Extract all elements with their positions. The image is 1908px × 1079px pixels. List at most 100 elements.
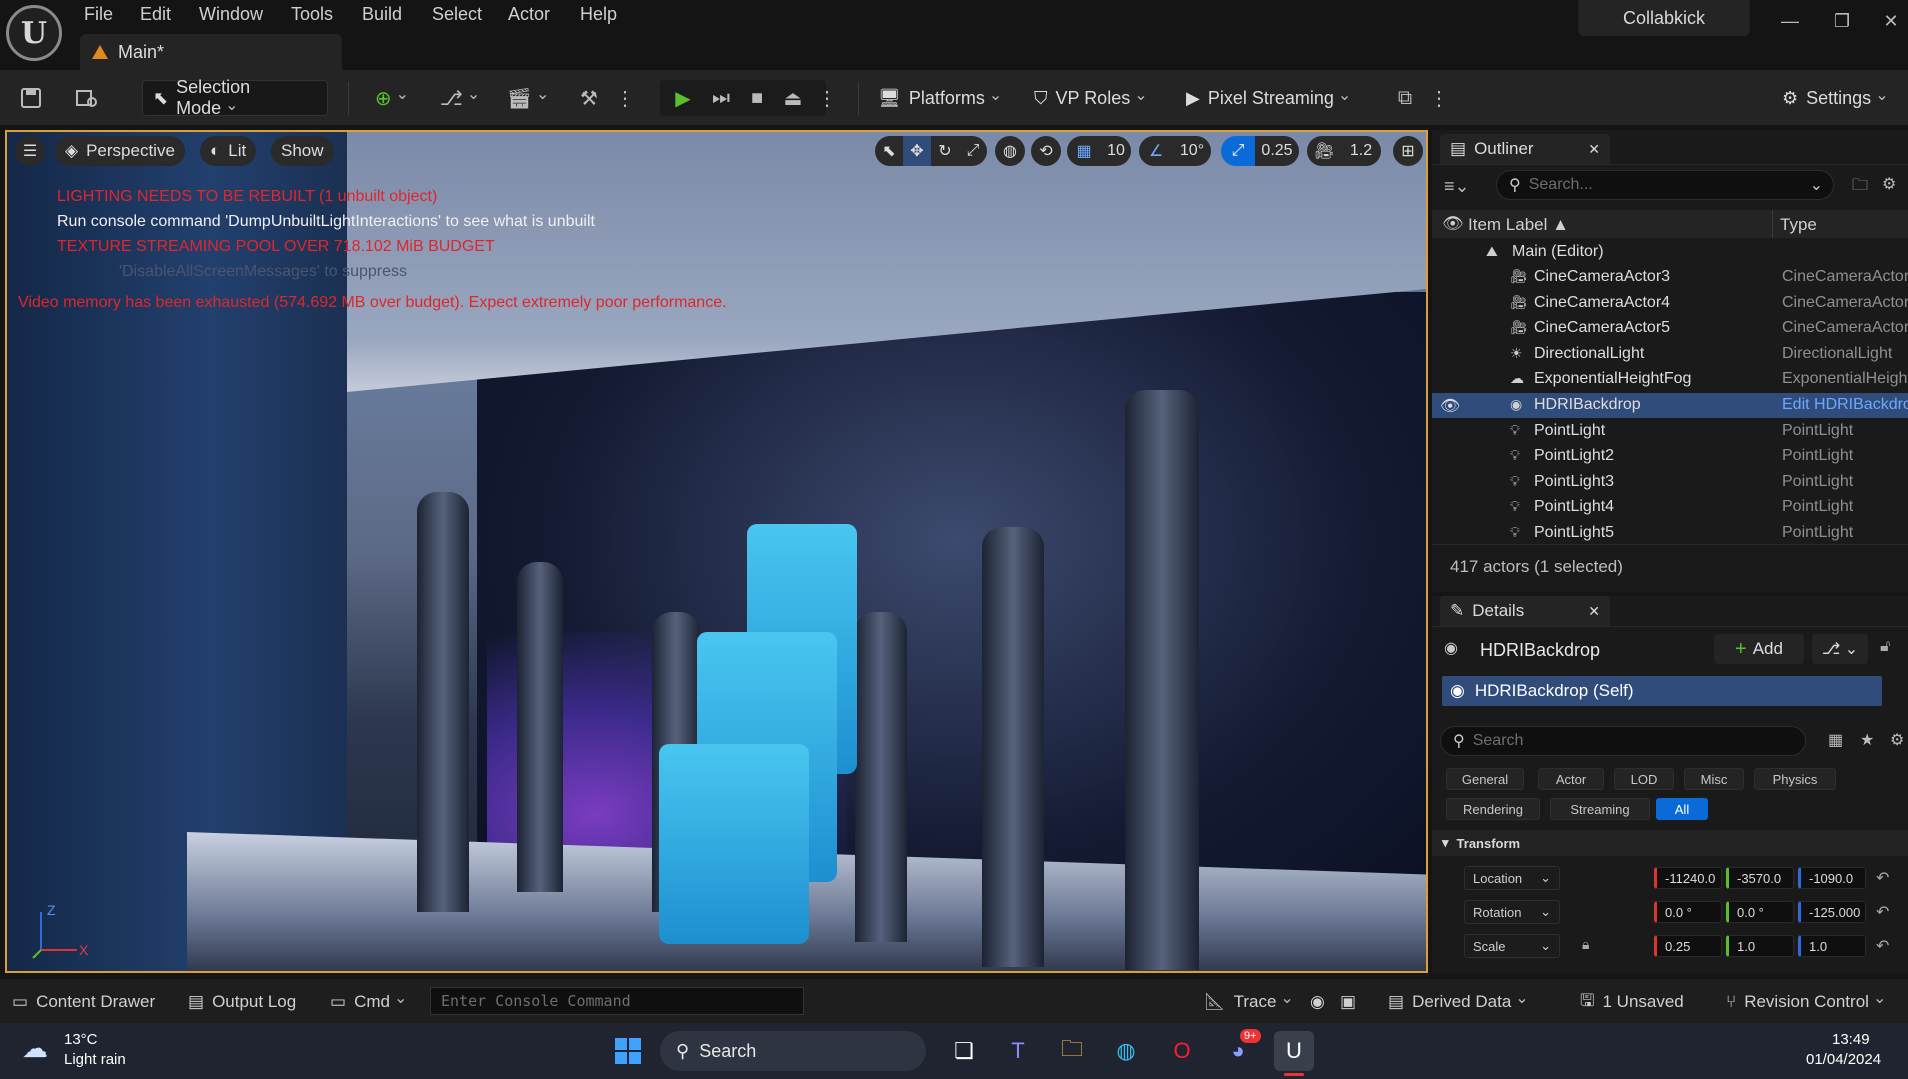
play-icon[interactable]: ▶	[668, 83, 698, 113]
trace-dropdown[interactable]: 📐︎ Trace	[1204, 989, 1294, 1015]
opera-icon[interactable]: O	[1162, 1031, 1202, 1071]
details-tab[interactable]: ✎ Details ✕	[1440, 596, 1610, 626]
select-tool-icon[interactable]: ⬉	[875, 136, 903, 166]
save-icon[interactable]	[16, 83, 46, 113]
view-mode-button[interactable]: ◐ Lit	[200, 136, 257, 166]
transform-type-dropdown[interactable]: Scale ⌄	[1464, 934, 1560, 958]
unsaved-button[interactable]: 🖫︎ 1 Unsaved	[1580, 989, 1684, 1015]
filter-streaming[interactable]: Streaming	[1550, 798, 1650, 820]
filter-actor[interactable]: Actor	[1538, 768, 1604, 790]
close-icon[interactable]: ✕	[1588, 141, 1600, 158]
outliner-search-input[interactable]: ⚲ Search... ⌄	[1496, 170, 1834, 200]
show-button[interactable]: Show	[271, 136, 334, 166]
pixel-streaming-dropdown[interactable]: ▶ Pixel Streaming	[1176, 80, 1361, 116]
blueprint-dropdown[interactable]: ⎇ ⌄	[1812, 634, 1868, 664]
add-actor-icon[interactable]: ⊕	[368, 83, 416, 113]
weather-condition[interactable]: Light rain	[64, 1051, 126, 1068]
task-view-icon[interactable]: ❏	[944, 1031, 984, 1071]
settings-dropdown[interactable]: ⚙ Settings	[1772, 80, 1899, 116]
star-icon[interactable]: ★	[1860, 730, 1874, 750]
gear-icon[interactable]: ⚙	[1882, 174, 1896, 194]
property-matrix-icon[interactable]: ▦	[1828, 730, 1843, 750]
play-options-icon[interactable]: ⋮	[812, 83, 842, 113]
outliner-root[interactable]: ⛰ Main (Editor)	[1432, 240, 1908, 265]
edge-icon[interactable]: ◍	[1106, 1031, 1146, 1071]
menu-file[interactable]: File	[84, 4, 113, 25]
vp-roles-dropdown[interactable]: ⛉ VP Roles	[1024, 80, 1158, 116]
cinematics-icon[interactable]: 🎬︎	[504, 83, 552, 113]
outliner-row-type[interactable]: Edit HDRIBackdrop	[1782, 396, 1908, 414]
outliner-row[interactable]: 💡︎ PointLight4 PointLight	[1432, 495, 1908, 520]
outliner-row[interactable]: 🎥︎ CineCameraActor4 CineCameraActor	[1432, 291, 1908, 316]
rotation-snap-icon[interactable]: ∠	[1139, 136, 1173, 166]
revision-control-dropdown[interactable]: ⑂ Revision Control	[1726, 989, 1886, 1015]
component-self-row[interactable]: ◉ HDRIBackdrop (Self)	[1442, 676, 1882, 706]
outliner-row[interactable]: ☀ DirectionalLight DirectionalLight	[1432, 342, 1908, 367]
filter-lod[interactable]: LOD	[1614, 768, 1674, 790]
lock-icon[interactable]: 🔒︎	[1582, 936, 1589, 953]
transform-z-field[interactable]: -1090.0	[1798, 867, 1866, 889]
file-explorer-icon[interactable]: 🗀︎	[1052, 1031, 1092, 1071]
outliner-row[interactable]: 💡︎ PointLight2 PointLight	[1432, 444, 1908, 469]
minimize-icon[interactable]: —	[1773, 8, 1807, 34]
transform-z-field[interactable]: 1.0	[1798, 935, 1866, 957]
surface-snap-icon[interactable]: ⟲	[1031, 136, 1061, 166]
scale-snap-value[interactable]: 0.25	[1255, 136, 1299, 166]
modes-icon[interactable]: ⚒	[574, 83, 604, 113]
menu-select[interactable]: Select	[432, 4, 482, 25]
toolbar-more-icon[interactable]: ⋮	[610, 83, 640, 113]
outliner-row[interactable]: 🎥︎ CineCameraActor3 CineCameraActor	[1432, 265, 1908, 290]
menu-help[interactable]: Help	[580, 4, 617, 25]
clock-time[interactable]: 13:49	[1832, 1031, 1870, 1048]
grid-snap-value[interactable]: 10	[1101, 136, 1131, 166]
outliner-row[interactable]: ☁ ExponentialHeightFog ExponentialHeightFo…	[1432, 367, 1908, 392]
cmd-dropdown[interactable]: ▭ Cmd	[330, 989, 407, 1015]
transform-type-dropdown[interactable]: Location ⌄	[1464, 866, 1560, 890]
transform-x-field[interactable]: 0.0 °	[1654, 901, 1722, 923]
filter-general[interactable]: General	[1446, 768, 1524, 790]
filter-all[interactable]: All	[1656, 798, 1708, 820]
outliner-row[interactable]: 🎥︎ CineCameraActor5 CineCameraActor	[1432, 316, 1908, 341]
add-component-button[interactable]: + Add	[1714, 634, 1804, 664]
derived-data-dropdown[interactable]: ▤ Derived Data	[1388, 989, 1529, 1015]
menu-actor[interactable]: Actor	[508, 4, 550, 25]
visibility-column-icon[interactable]: 👁︎	[1442, 214, 1464, 234]
outliner-row[interactable]: 💡︎ PointLight3 PointLight	[1432, 470, 1908, 495]
lock-icon[interactable]: 🔓︎	[1880, 638, 1890, 656]
level-viewport[interactable]: ☰ ◈ Perspective ◐ Lit Show ⬉ ✥ ↻ ⤢ ◍ ⟲ ▦…	[5, 130, 1428, 973]
transform-type-dropdown[interactable]: Rotation ⌄	[1464, 900, 1560, 924]
reset-icon[interactable]: ↶	[1876, 936, 1889, 956]
close-icon[interactable]: ✕	[1588, 603, 1600, 620]
world-space-icon[interactable]: ◍	[995, 136, 1025, 166]
weather-icon[interactable]: ☁	[22, 1033, 48, 1064]
outliner-row[interactable]: 👁︎ ◉ HDRIBackdrop Edit HDRIBackdrop	[1432, 393, 1908, 418]
filter-icon[interactable]: ≡⌄	[1444, 176, 1470, 197]
advance-frame-icon[interactable]: ⏭	[706, 83, 736, 113]
rotate-tool-icon[interactable]: ↻	[931, 136, 959, 166]
transform-y-field[interactable]: 1.0	[1726, 935, 1794, 957]
transform-y-field[interactable]: 0.0 °	[1726, 901, 1794, 923]
unreal-taskbar-icon[interactable]: U	[1274, 1031, 1314, 1071]
unreal-logo-icon[interactable]: U	[6, 5, 62, 61]
transform-x-field[interactable]: 0.25	[1654, 935, 1722, 957]
outliner-row[interactable]: 💡︎ PointLight PointLight	[1432, 419, 1908, 444]
item-label-column[interactable]: Item Label ▲	[1468, 215, 1569, 235]
level-tab[interactable]: Main*	[80, 34, 342, 70]
filter-rendering[interactable]: Rendering	[1446, 798, 1540, 820]
filter-physics[interactable]: Physics	[1754, 768, 1836, 790]
scale-snap-icon[interactable]: ⤢	[1221, 136, 1255, 166]
camera-speed-value[interactable]: 1.2	[1341, 136, 1381, 166]
content-drawer-button[interactable]: ▭ Content Drawer	[12, 989, 155, 1015]
filter-misc[interactable]: Misc	[1684, 768, 1744, 790]
close-window-icon[interactable]: ✕	[1874, 8, 1908, 34]
reset-icon[interactable]: ↶	[1876, 902, 1889, 922]
add-folder-icon[interactable]: 🗀︎	[1852, 174, 1868, 201]
transform-z-field[interactable]: -125.000	[1798, 901, 1866, 923]
console-command-input[interactable]: Enter Console Command	[430, 987, 804, 1015]
outliner-tab[interactable]: ▤ Outliner ✕	[1440, 134, 1610, 164]
menu-tools[interactable]: Tools	[291, 4, 333, 25]
toolbar-more-right-icon[interactable]: ⋮	[1424, 83, 1454, 113]
trace-record-icon[interactable]: ◉	[1310, 989, 1325, 1015]
menu-edit[interactable]: Edit	[140, 4, 171, 25]
visibility-eye-icon[interactable]: 👁︎	[1440, 396, 1460, 416]
